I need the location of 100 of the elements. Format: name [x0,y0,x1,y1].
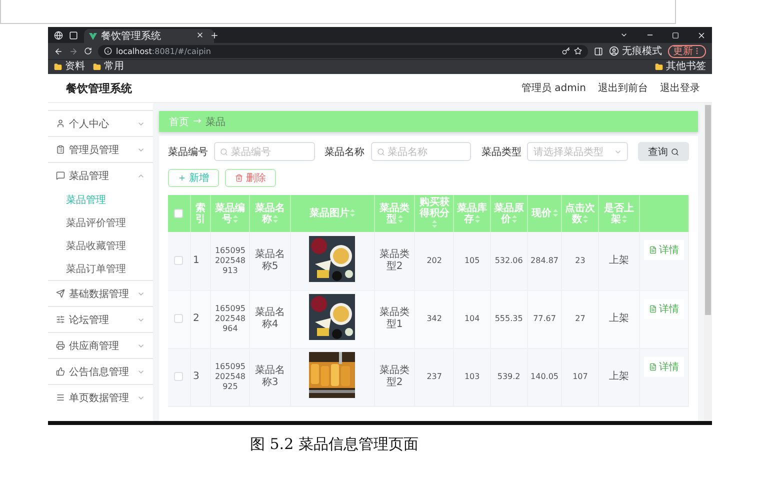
field-label: 菜品类型 [481,146,522,158]
plus-icon [178,174,186,182]
message-icon [56,171,65,180]
select-all-checkbox[interactable] [174,208,184,218]
clipboard-icon [56,145,65,154]
table-cell: 165095202548913 [210,232,250,290]
row-checkbox[interactable] [174,372,184,381]
folder-icon [93,63,101,71]
column-header: 菜品图片 [290,195,374,232]
column-header: 点击次数 [562,195,599,232]
user-label: 管理员 admin [521,82,586,95]
column-header: 菜品名称 [250,195,290,232]
tab-icon[interactable] [69,30,78,40]
app-title: 餐饮管理系统 [66,80,132,96]
table-cell: 284.87 [527,232,562,290]
search-icon [220,148,228,156]
bookmark[interactable]: 其他书签 [655,61,706,73]
side-panel-icon[interactable] [594,46,603,56]
person-icon [56,119,65,128]
search-icon [376,148,385,156]
sort-icon[interactable] [350,209,356,218]
new-tab-icon[interactable] [210,30,219,40]
table-cell: 202 [414,232,454,290]
restore-icon[interactable] [672,32,679,38]
profile-button[interactable]: 无痕模式 [609,44,662,58]
column-header: 现价 [527,195,562,232]
table-cell: 上架 [598,232,640,290]
table-cell: 103 [454,348,490,406]
globe-icon[interactable] [54,30,63,40]
column-header: 是否上架 [598,195,640,232]
sidebar-subitem[interactable]: 菜品订单管理 [48,257,153,280]
table-cell: 532.06 [490,232,528,290]
chevron-down-icon[interactable] [620,31,628,39]
column-header: 菜品编号 [210,195,250,232]
reload-icon[interactable] [84,47,92,55]
table-cell: 菜品类型2 [374,232,415,290]
table-cell: 77.67 [527,290,562,348]
back-icon[interactable] [54,46,63,56]
column-header: 菜品原价 [490,195,528,232]
sort-icon[interactable] [273,214,278,223]
document-icon [648,362,657,370]
table-cell: 539.2 [490,348,528,406]
row-checkbox[interactable] [174,256,184,265]
table-cell: 上架 [598,348,640,406]
column-header: 索引 [190,195,211,232]
document-icon [648,304,657,312]
avatar-icon [609,46,619,56]
table-cell: 上架 [598,290,640,348]
table-cell: 菜品名称3 [250,348,290,406]
sort-icon[interactable] [432,220,438,228]
column-header [639,195,688,232]
sort-icon[interactable] [622,214,628,223]
sort-icon[interactable] [512,214,517,223]
table-cell: 23 [562,232,599,290]
star-icon[interactable] [574,47,582,55]
query-button[interactable]: 查询 [638,142,690,161]
browser-tab[interactable]: 餐饮管理系统 [84,29,214,43]
v-logo-icon [89,32,97,40]
column-header: 菜品类型 [374,195,415,232]
header-link[interactable]: 退出登录 [660,81,700,95]
key-icon[interactable] [562,47,570,55]
table-cell: 3 [190,348,211,406]
close-icon[interactable] [697,30,706,40]
forward-icon[interactable] [69,46,78,56]
sort-icon[interactable] [552,209,558,218]
sort-icon[interactable] [233,214,238,223]
breadcrumb-arrow: → [193,116,202,127]
table-cell: 菜品名称4 [250,290,290,348]
field-label: 菜品名称 [324,146,365,158]
table-cell: 107 [562,348,599,406]
address-bar[interactable]: localhost:8081/#/caipin [98,44,588,58]
trash-icon [235,174,243,182]
bookmark[interactable]: 常用 [93,61,124,73]
table-cell: 342 [414,290,454,348]
scrollbar[interactable] [704,103,712,421]
table-cell: 165095202548925 [210,348,250,406]
table-cell: 菜品名称5 [250,232,290,290]
table-cell: 555.35 [490,290,528,348]
bookmark[interactable]: 资料 [54,61,85,73]
printer-icon [56,341,65,350]
sort-icon[interactable] [583,214,588,223]
sidebar-subitem[interactable]: 菜品收藏管理 [48,234,153,257]
folder-icon [655,63,663,71]
table-cell: 105 [454,232,490,290]
close-icon[interactable] [196,31,204,39]
breadcrumb-current: 菜品 [205,116,226,128]
column-header: 购买获得积分 [414,195,454,232]
header-link[interactable]: 退出到前台 [598,81,648,95]
sort-icon[interactable] [398,214,403,223]
sort-icon[interactable] [475,214,480,223]
sliders-icon [56,315,65,324]
menu-icon [56,393,65,402]
table-cell: 2 [190,290,211,348]
row-checkbox[interactable] [174,314,184,323]
search-icon [671,148,680,156]
table-cell: 1 [190,232,211,290]
sidebar-subitem[interactable]: 菜品评价管理 [48,211,153,234]
column-header: 菜品库存 [454,195,490,232]
update-button[interactable]: 更新 [668,44,706,58]
thumbs-up-icon [56,367,65,376]
